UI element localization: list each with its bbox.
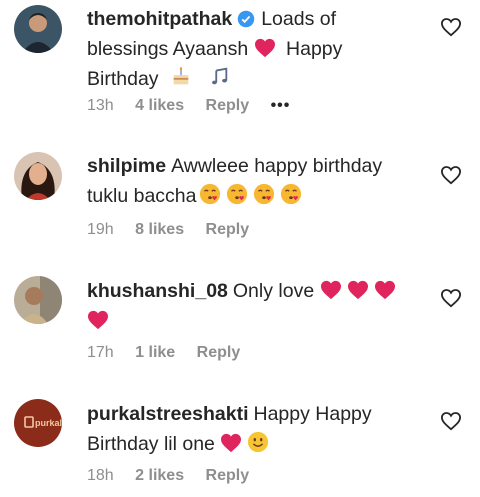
red-heart-emoji [374, 280, 396, 300]
reply-button[interactable]: Reply [206, 97, 250, 114]
red-heart-emoji [87, 310, 109, 330]
smiling-face-emoji [247, 431, 269, 453]
birthday-cake-emoji [170, 66, 192, 88]
comment-meta: 19h 8 likes Reply [87, 221, 266, 239]
avatar[interactable] [14, 5, 62, 53]
kissing-face-emoji [199, 183, 221, 205]
comment-time: 18h [87, 467, 114, 484]
like-heart-icon[interactable] [440, 411, 462, 431]
avatar[interactable] [14, 152, 62, 200]
comment-meta: 18h 2 likes Reply [87, 467, 266, 485]
comment-likes[interactable]: 8 likes [135, 221, 184, 238]
avatar[interactable] [14, 276, 62, 324]
red-heart-emoji [320, 280, 342, 300]
comment-text: khushanshi_08 Only love [87, 276, 417, 336]
kissing-face-emoji [226, 183, 248, 205]
comment-likes[interactable]: 1 like [135, 344, 175, 361]
comment-time: 13h [87, 97, 114, 114]
music-notes-emoji [208, 66, 230, 88]
red-heart-emoji [220, 433, 242, 453]
comment-username[interactable]: themohitpathak [87, 8, 232, 30]
reply-button[interactable]: Reply [197, 344, 241, 361]
comment-text-part: Only love [232, 280, 315, 302]
red-heart-emoji [254, 38, 276, 58]
comment-likes[interactable]: 2 likes [135, 467, 184, 484]
comment-time: 17h [87, 344, 114, 361]
comment-likes[interactable]: 4 likes [135, 97, 184, 114]
verified-badge-icon [237, 10, 255, 28]
reply-button[interactable]: Reply [206, 467, 250, 484]
comment-text: themohitpathak Loads of blessings Ayaansh… [87, 4, 417, 94]
kissing-face-emoji [280, 183, 302, 205]
comment-meta: 17h 1 like Reply [87, 344, 257, 362]
comment-text: purkalstreeshakti Happy Happy Birthday li… [87, 399, 417, 459]
avatar[interactable]: purkal [14, 399, 62, 447]
like-heart-icon[interactable] [440, 17, 462, 37]
comment-text: shilpime Awwleee happy birthday tuklu bac… [87, 151, 417, 211]
comment-username[interactable]: purkalstreeshakti [87, 403, 249, 425]
comment-meta: 13h 4 likes Reply ••• [87, 97, 307, 115]
like-heart-icon[interactable] [440, 288, 462, 308]
like-heart-icon[interactable] [440, 165, 462, 185]
comment-time: 19h [87, 221, 114, 238]
reply-button[interactable]: Reply [206, 221, 250, 238]
comment-username[interactable]: khushanshi_08 [87, 280, 228, 302]
kissing-face-emoji [253, 183, 275, 205]
more-options-icon[interactable]: ••• [271, 97, 291, 114]
red-heart-emoji [347, 280, 369, 300]
comment-username[interactable]: shilpime [87, 155, 166, 177]
svg-text:purkal: purkal [35, 418, 62, 428]
